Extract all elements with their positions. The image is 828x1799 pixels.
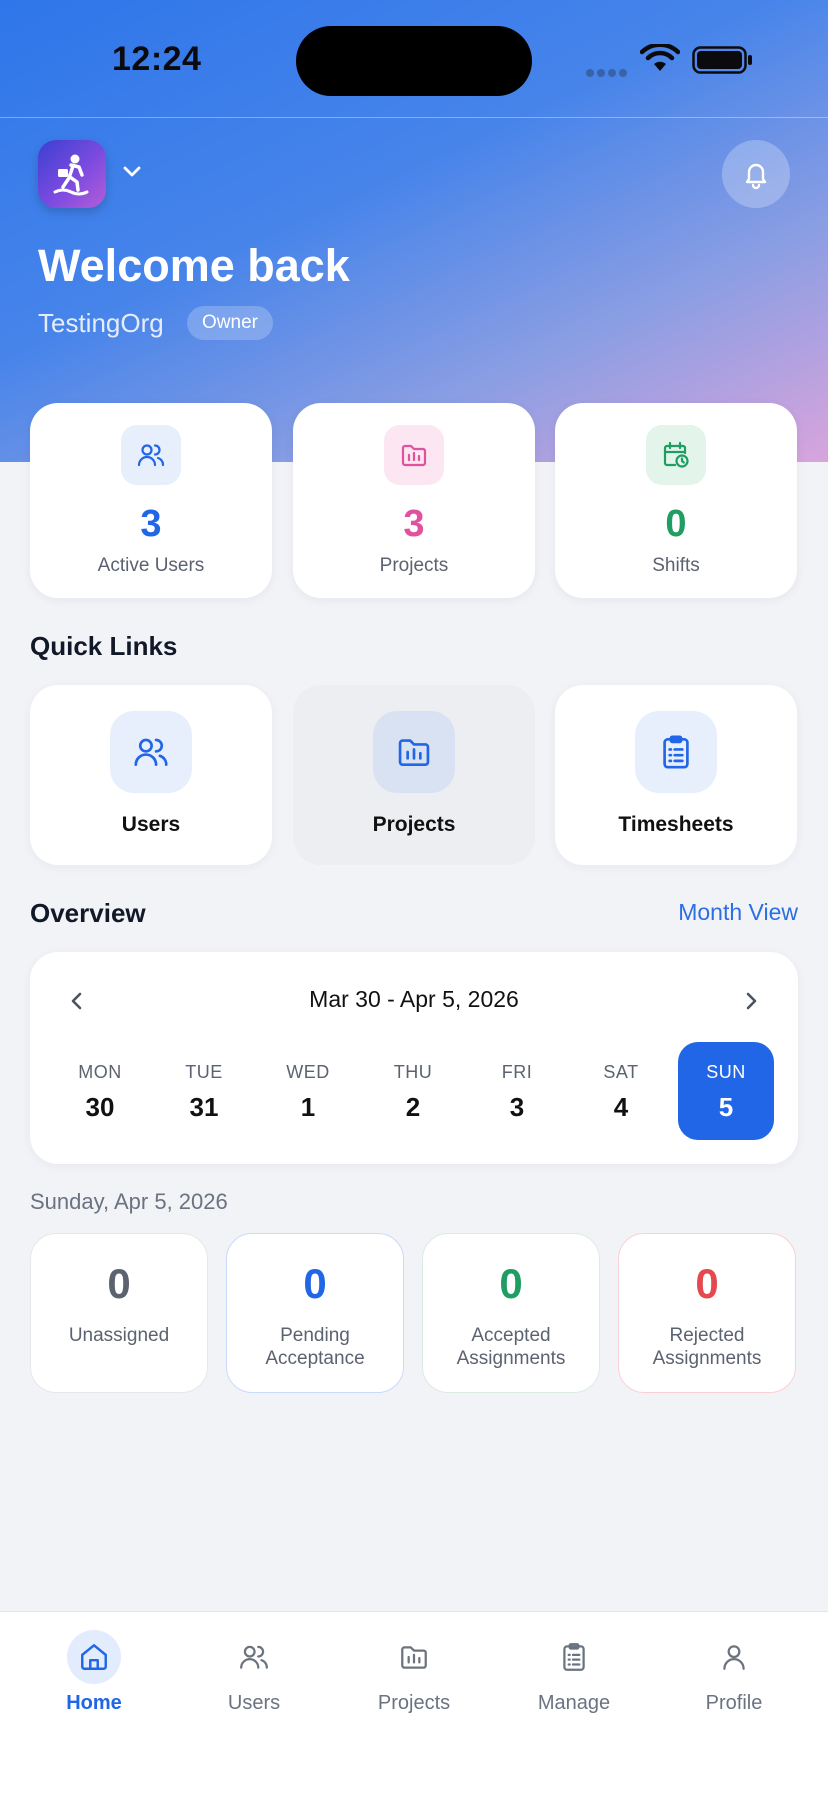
header-divider (0, 117, 828, 118)
quick-link-label: Users (121, 813, 181, 836)
assignment-card-pending[interactable]: 0 Pending Acceptance (226, 1233, 404, 1393)
stat-card-shifts[interactable]: 0 Shifts (555, 403, 797, 598)
tab-label: Manage (537, 1692, 611, 1714)
person-icon (707, 1630, 761, 1684)
welcome-title: Welcome back (38, 240, 350, 291)
tab-label: Home (66, 1692, 122, 1714)
tab-profile[interactable]: Profile (654, 1612, 814, 1732)
bell-icon (745, 163, 767, 190)
battery-icon (692, 46, 752, 74)
status-time: 12:24 (112, 40, 202, 78)
day-mon[interactable]: MON 30 (52, 1042, 148, 1140)
tab-users[interactable]: Users (174, 1612, 334, 1732)
stat-label: Projects (379, 555, 449, 576)
tab-label: Users (227, 1692, 281, 1714)
assignment-card-accepted[interactable]: 0 Accepted Assignments (422, 1233, 600, 1393)
quick-link-projects[interactable]: Projects (293, 685, 535, 865)
day-name: WED (286, 1062, 330, 1082)
tab-label: Projects (377, 1692, 451, 1714)
day-name: MON (78, 1062, 122, 1082)
chevron-down-icon[interactable] (120, 160, 144, 184)
folder-chart-icon (387, 1630, 441, 1684)
stat-card-active-users[interactable]: 3 Active Users (30, 403, 272, 598)
quick-link-label: Projects (372, 813, 456, 836)
chevron-right-icon[interactable] (738, 988, 764, 1014)
calendar-clock-icon (646, 425, 706, 485)
notifications-button[interactable] (722, 140, 790, 208)
home-icon (67, 1630, 121, 1684)
cellular-signal-icon (586, 64, 630, 82)
assignment-count: 0 (107, 1260, 131, 1307)
tab-projects[interactable]: Projects (334, 1612, 494, 1732)
clipboard-icon (635, 711, 717, 793)
day-sun[interactable]: SUN 5 (678, 1042, 774, 1140)
day-fri[interactable]: FRI 3 (469, 1042, 565, 1140)
assignment-count: 0 (499, 1260, 523, 1307)
quick-link-users[interactable]: Users (30, 685, 272, 865)
tab-manage[interactable]: Manage (494, 1612, 654, 1732)
assignment-count: 0 (695, 1260, 719, 1307)
assignment-card-rejected[interactable]: 0 Rejected Assignments (618, 1233, 796, 1393)
walking-worker-icon (53, 154, 89, 196)
quick-link-timesheets[interactable]: Timesheets (555, 685, 797, 865)
day-name: TUE (185, 1062, 223, 1082)
assignment-label: Unassigned (68, 1325, 170, 1346)
quick-links-title: Quick Links (30, 631, 178, 661)
assignment-label: Accepted Assignments (456, 1325, 566, 1369)
clipboard-icon (547, 1630, 601, 1684)
selected-date-label: Sunday, Apr 5, 2026 (30, 1189, 228, 1214)
stat-value: 3 (403, 503, 425, 545)
day-wed[interactable]: WED 1 (260, 1042, 356, 1140)
day-number: 2 (405, 1092, 421, 1122)
stat-card-projects[interactable]: 3 Projects (293, 403, 535, 598)
week-calendar: Mar 30 - Apr 5, 2026 MON 30 TUE 31 WED 1… (30, 952, 798, 1164)
day-name: THU (393, 1062, 433, 1082)
tab-label: Profile (705, 1692, 763, 1714)
stat-label: Shifts (652, 555, 700, 576)
assignment-card-unassigned[interactable]: 0 Unassigned (30, 1233, 208, 1393)
week-range: Mar 30 - Apr 5, 2026 (309, 986, 519, 1012)
stat-value: 0 (665, 503, 687, 545)
day-number: 30 (85, 1092, 115, 1122)
day-number: 31 (189, 1092, 219, 1122)
bottom-tab-bar: Home Users Projects Manage Profile (0, 1611, 828, 1799)
quick-link-label: Timesheets (618, 813, 734, 836)
stat-label: Active Users (97, 555, 205, 576)
day-number: 3 (509, 1092, 525, 1122)
users-icon (110, 711, 192, 793)
folder-chart-icon (384, 425, 444, 485)
assignment-label: Rejected Assignments (652, 1325, 762, 1369)
day-number: 4 (613, 1092, 629, 1122)
users-icon (227, 1630, 281, 1684)
day-name: FRI (501, 1062, 533, 1082)
assignment-label: Pending Acceptance (265, 1325, 365, 1369)
day-sat[interactable]: SAT 4 (573, 1042, 669, 1140)
dynamic-island (296, 26, 532, 96)
wifi-icon (640, 44, 680, 71)
tab-home[interactable]: Home (14, 1612, 174, 1732)
day-thu[interactable]: THU 2 (365, 1042, 461, 1140)
folder-chart-icon (373, 711, 455, 793)
month-view-link[interactable]: Month View (678, 899, 798, 926)
assignment-count: 0 (303, 1260, 327, 1307)
day-name: SAT (603, 1062, 639, 1082)
day-number: 5 (718, 1092, 734, 1122)
org-name: TestingOrg (38, 308, 164, 338)
org-logo-button[interactable] (38, 140, 106, 208)
overview-title: Overview (30, 898, 146, 928)
status-bar: 12:24 (0, 0, 828, 118)
stat-value: 3 (140, 503, 162, 545)
role-badge: Owner (187, 306, 273, 340)
users-icon (121, 425, 181, 485)
day-number: 1 (300, 1092, 316, 1122)
day-name: SUN (706, 1062, 746, 1082)
day-tue[interactable]: TUE 31 (156, 1042, 252, 1140)
